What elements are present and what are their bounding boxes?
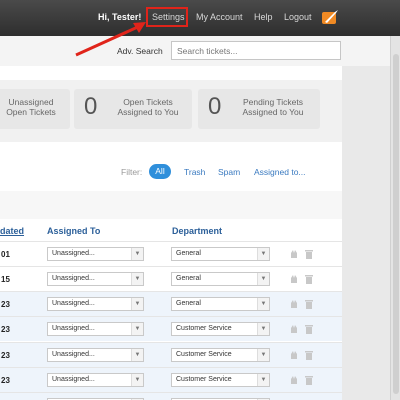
assignee-value: Unassigned... xyxy=(52,300,95,307)
advanced-search-link[interactable]: Adv. Search xyxy=(117,46,163,56)
chevron-down-icon: ▼ xyxy=(257,374,269,386)
updated-date: 23 xyxy=(1,351,10,360)
assignee-select[interactable]: Unassigned... ▼ xyxy=(47,348,144,362)
greeting: Hi, Tester! xyxy=(98,12,142,22)
assignee-select[interactable]: Unassigned... ▼ xyxy=(47,322,144,336)
chevron-down-icon: ▼ xyxy=(131,349,143,361)
stat-open-assigned[interactable]: 0 Open Tickets Assigned to You xyxy=(74,89,192,129)
logout-link[interactable]: Logout xyxy=(284,12,312,22)
settings-highlight-box xyxy=(146,7,188,27)
chevron-down-icon: ▼ xyxy=(131,273,143,285)
chevron-down-icon: ▼ xyxy=(131,323,143,335)
assignee-value: Unassigned... xyxy=(52,325,95,332)
spam-icon[interactable] xyxy=(289,350,299,360)
spam-icon[interactable] xyxy=(289,324,299,334)
assignee-value: Unassigned... xyxy=(52,250,95,257)
stat-label: Pending Tickets Assigned to You xyxy=(230,97,316,117)
department-select[interactable]: Customer Service ▼ xyxy=(171,322,270,336)
department-select[interactable]: General ▼ xyxy=(171,272,270,286)
assignee-select[interactable]: Unassigned... ▼ xyxy=(47,247,144,261)
filter-spam[interactable]: Spam xyxy=(218,167,240,177)
filter-all[interactable]: All xyxy=(149,164,171,179)
trash-icon[interactable] xyxy=(304,249,314,259)
assignee-select[interactable]: Unassigned... ▼ xyxy=(47,297,144,311)
chevron-down-icon: ▼ xyxy=(257,323,269,335)
search-input[interactable] xyxy=(171,41,341,60)
stat-pending-assigned[interactable]: 0 Pending Tickets Assigned to You xyxy=(198,89,320,129)
department-value: General xyxy=(176,300,201,307)
updated-date: 15 xyxy=(1,275,10,284)
updated-date: 23 xyxy=(1,325,10,334)
table-row[interactable]: 23 Unassigned... ▼ Customer Service ▼ xyxy=(0,367,342,392)
stat-label: Unassigned Open Tickets xyxy=(0,97,62,117)
my-account-link[interactable]: My Account xyxy=(196,12,243,22)
chevron-down-icon: ▼ xyxy=(257,248,269,260)
assignee-value: Unassigned... xyxy=(52,275,95,282)
trash-icon[interactable] xyxy=(304,375,314,385)
filter-label: Filter: xyxy=(121,167,143,177)
updated-date: 23 xyxy=(1,376,10,385)
trash-icon[interactable] xyxy=(304,299,314,309)
top-bar: Hi, Tester! Settings My Account Help Log… xyxy=(0,0,400,36)
stat-label-line2: Assigned to You xyxy=(242,107,304,117)
trash-icon[interactable] xyxy=(304,324,314,334)
department-select[interactable]: Customer Service ▼ xyxy=(171,373,270,387)
assignee-select[interactable]: Unassigned... ▼ xyxy=(47,272,144,286)
department-value: Customer Service xyxy=(176,325,232,332)
scrollbar[interactable] xyxy=(390,36,400,400)
spam-icon[interactable] xyxy=(289,375,299,385)
filter-trash[interactable]: Trash xyxy=(184,167,205,177)
stat-label-line2: Assigned to You xyxy=(117,107,179,117)
assignee-value: Unassigned... xyxy=(52,351,95,358)
chevron-down-icon: ▼ xyxy=(257,298,269,310)
department-value: General xyxy=(176,250,201,257)
department-value: General xyxy=(176,275,201,282)
table-row[interactable]: 23 Unassigned... ▼ General ▼ xyxy=(0,291,342,316)
spam-icon[interactable] xyxy=(289,274,299,284)
updated-date: 23 xyxy=(1,300,10,309)
department-select[interactable]: General ▼ xyxy=(171,247,270,261)
app-logo-icon xyxy=(322,10,338,24)
assignee-select[interactable]: Unassigned... ▼ xyxy=(47,373,144,387)
stat-number: 0 xyxy=(84,93,98,120)
column-header-assigned-to[interactable]: Assigned To xyxy=(47,226,100,236)
department-select[interactable]: Customer Service ▼ xyxy=(171,348,270,362)
stat-label-line2: Open Tickets xyxy=(6,107,56,117)
trash-icon[interactable] xyxy=(304,274,314,284)
search-row: Adv. Search xyxy=(0,36,390,66)
table-row[interactable]: 01 Unassigned... ▼ General ▼ xyxy=(0,241,342,266)
department-select[interactable]: General ▼ xyxy=(171,297,270,311)
table-row[interactable]: 23 Unassigned... ▼ Customer Service ▼ xyxy=(0,342,342,367)
table-row[interactable]: 23 Unassigned... ▼ Customer Service ▼ xyxy=(0,316,342,341)
help-link[interactable]: Help xyxy=(254,12,273,22)
table-row[interactable]: 15 Unassigned... ▼ General ▼ xyxy=(0,266,342,291)
spam-icon[interactable] xyxy=(289,249,299,259)
stat-unassigned[interactable]: Unassigned Open Tickets xyxy=(0,89,70,129)
table-header xyxy=(0,191,342,219)
column-header-department[interactable]: Department xyxy=(172,226,222,236)
table-row[interactable]: 23Unassigned...▼Customer Service▼ xyxy=(0,392,342,400)
updated-date: 01 xyxy=(1,250,10,259)
stat-label-line1: Open Tickets xyxy=(123,97,173,107)
stat-number: 0 xyxy=(208,93,222,120)
scrollbar-thumb[interactable] xyxy=(393,54,399,394)
stat-label: Open Tickets Assigned to You xyxy=(108,97,188,117)
chevron-down-icon: ▼ xyxy=(257,273,269,285)
chevron-down-icon: ▼ xyxy=(131,248,143,260)
assignee-value: Unassigned... xyxy=(52,376,95,383)
stat-label-line1: Unassigned xyxy=(8,97,54,107)
filter-assigned-to[interactable]: Assigned to... xyxy=(254,167,306,177)
column-header-updated[interactable]: dated xyxy=(0,226,24,236)
department-value: Customer Service xyxy=(176,351,232,358)
trash-icon[interactable] xyxy=(304,350,314,360)
chevron-down-icon: ▼ xyxy=(131,374,143,386)
spam-icon[interactable] xyxy=(289,299,299,309)
chevron-down-icon: ▼ xyxy=(131,298,143,310)
chevron-down-icon: ▼ xyxy=(257,349,269,361)
stat-label-line1: Pending Tickets xyxy=(242,97,303,107)
department-value: Customer Service xyxy=(176,376,232,383)
